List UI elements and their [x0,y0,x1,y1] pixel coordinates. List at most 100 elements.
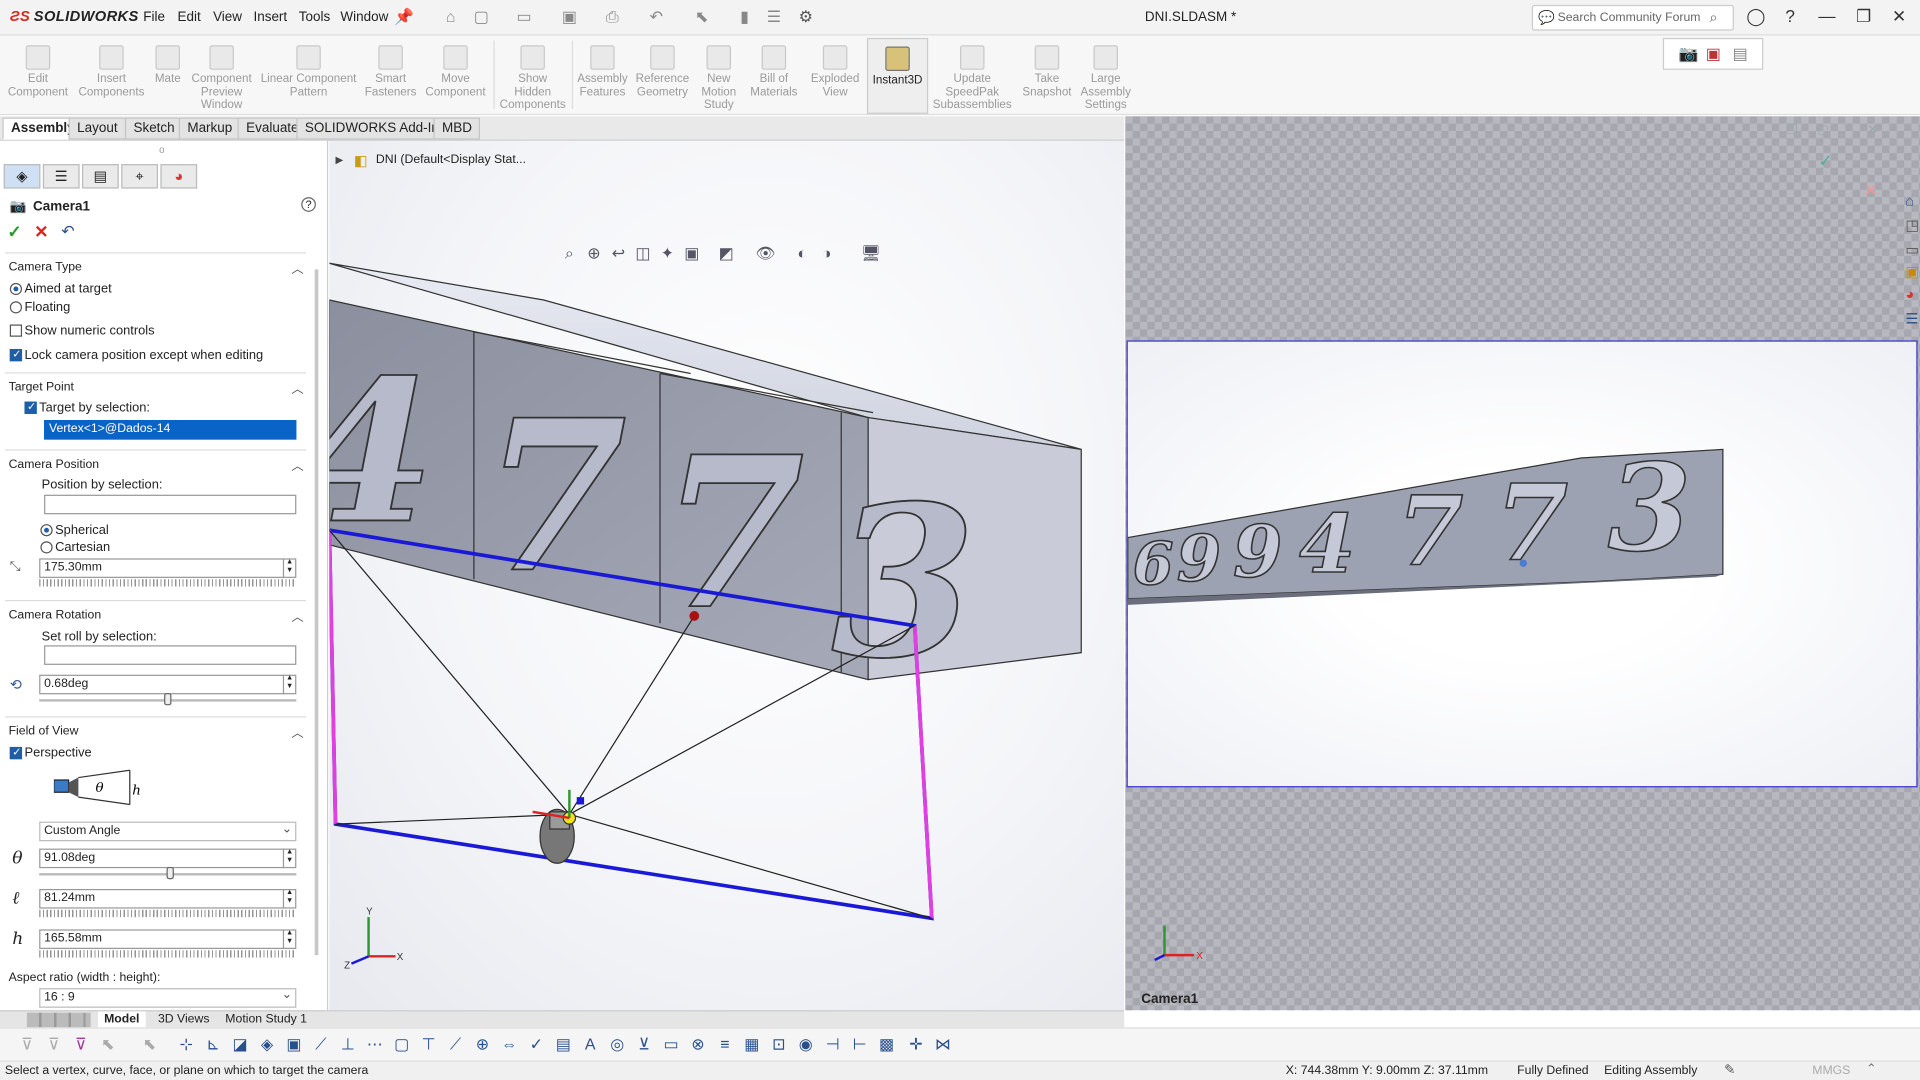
tab-mbd[interactable]: MBD [433,117,481,140]
graphics-area[interactable]: ▶ ◧ DNI (Default<Display Stat... ⌕ ⊕ ↩ ◫… [329,140,1125,1011]
minimize-button[interactable]: — [1815,6,1839,26]
large-assembly-settings-button[interactable]: Large Assembly Settings [1078,38,1134,114]
filter-notes-icon[interactable]: A [580,1035,600,1055]
dimxpert-tab[interactable]: ⌖ [121,164,158,189]
ell-spinner[interactable]: ▲ ▼ [282,888,295,909]
field-of-view-header[interactable]: Field of View [9,725,79,738]
viewport-close-icon[interactable]: ✕ [1867,124,1877,137]
target-point-header[interactable]: Target Point [9,381,74,394]
assembly-model-view[interactable]: 4 7 7 3 Y X Z [329,141,1124,1010]
filter-geometric-tolerance-icon[interactable]: ▤ [553,1035,573,1055]
target-selection-field[interactable]: Vertex<1>@Dados-14 [44,420,297,440]
filter-welds-icon[interactable]: ▩ [877,1035,897,1055]
filter-sketch-points-icon[interactable]: ⋯ [365,1035,385,1055]
user-icon[interactable]: ◯ [1744,6,1768,27]
panel-scrollbar[interactable] [314,269,319,956]
move-component-button[interactable]: Move Component [421,38,490,114]
screen-capture-icon[interactable]: ▤ [1733,44,1748,64]
camera-viewport[interactable]: ❐ ▢ ✕ ✓ ✕ 6 9 9 4 7 7 3 ⌂ ◳ ▭ ▣ ◕ ☰ X Ca… [1125,116,1920,1011]
edit-component-button[interactable]: Edit Component [2,38,73,114]
collapse-chevron-icon[interactable]: ︿ [291,722,303,740]
instant3d-button[interactable]: Instant3D [866,37,929,114]
bill-of-materials-button[interactable]: Bill of Materials [747,38,801,114]
filter-planes-icon[interactable]: ⊥ [338,1035,358,1055]
camera-icon[interactable]: 📷 [1679,44,1699,64]
filter-surface-bodies-icon[interactable]: ◈ [257,1035,277,1055]
show-numeric-controls-checkbox[interactable] [9,324,23,337]
cancel-button[interactable]: ✕ [34,222,48,243]
new-document-icon[interactable]: ▢ [471,7,491,27]
show-hidden-components-button[interactable]: Show Hidden Components [496,38,569,114]
filter-help-icon[interactable]: ⬉ [140,1035,160,1055]
aspect-ratio-select[interactable]: 16 : 9 [39,988,297,1008]
confirmation-cancel-icon[interactable]: ✕ [1864,180,1878,201]
undo-icon[interactable]: ↶ [647,7,667,27]
rebuild-icon[interactable]: ▮ [735,7,755,27]
filter-mesh-icon[interactable]: ✛ [906,1035,926,1055]
search-box[interactable]: 💬 Search Community Forum ⌕ [1531,4,1734,31]
open-icon[interactable]: ▭ [514,7,534,27]
home-icon[interactable]: ⌂ [1905,192,1914,209]
filter-routing-points-icon[interactable]: ⊣ [823,1035,843,1055]
filter-connection-points-icon[interactable]: ◉ [796,1035,816,1055]
filter-all-icon[interactable]: ⊽ [71,1035,91,1055]
unit-system[interactable]: MMGS [1812,1063,1850,1080]
chevron-up-icon[interactable]: ⌃ [1866,1062,1876,1079]
insert-components-button[interactable]: Insert Components [76,38,147,114]
tab-motion-study-1[interactable]: Motion Study 1 [219,1011,313,1028]
chevron-down-icon[interactable]: ⌄ [282,988,292,1001]
file-properties-icon[interactable]: ☰ [764,7,784,27]
spherical-radio[interactable] [40,524,53,537]
viewport-maximize-icon[interactable]: ▢ [1817,124,1829,137]
camera-position-header[interactable]: Camera Position [9,458,100,471]
roll-spinner[interactable]: ▲ ▼ [282,674,295,695]
help-icon[interactable]: ? [301,197,316,212]
h-field[interactable]: 165.58mm [39,929,297,949]
camera-rotation-header[interactable]: Camera Rotation [9,609,102,622]
h-thumbwheel[interactable] [39,950,297,958]
take-snapshot-button[interactable]: Take Snapshot [1019,38,1075,114]
design-library-icon[interactable]: ◳ [1905,217,1919,234]
appearances-icon[interactable]: ◕ [1905,285,1914,302]
solidworks-logo[interactable]: ƧS SOLIDWORKS [10,7,139,24]
filter-balloons-icon[interactable]: ◎ [607,1035,627,1055]
position-selection-field[interactable] [44,494,297,515]
feature-manager-tab[interactable]: ◈ [3,164,41,189]
update-speedpak-button[interactable]: Update SpeedPak Subassemblies [931,38,1014,114]
filter-weld-symbols-icon[interactable]: ⊻ [634,1035,654,1055]
theta-slider-thumb[interactable] [166,866,174,880]
tab-model[interactable]: Model [97,1011,146,1029]
ell-field[interactable]: 81.24mm [39,888,297,909]
smart-fasteners-button[interactable]: Smart Fasteners [362,38,418,114]
new-motion-study-button[interactable]: New Motion Study [696,38,743,114]
filter-sketch-segments-icon[interactable]: ▢ [392,1035,412,1055]
filter-datum-features-icon[interactable]: ▭ [661,1035,681,1055]
target-by-selection-checkbox[interactable] [24,400,37,414]
linear-component-pattern-button[interactable]: Linear Component Pattern [257,38,360,114]
lock-camera-position-checkbox[interactable] [9,348,23,362]
filter-toggle-icon[interactable]: ⊽ [17,1035,37,1055]
filter-solid-bodies-icon[interactable]: ▣ [284,1035,304,1055]
exploded-view-button[interactable]: Exploded View [806,38,865,114]
filter-edges-icon[interactable]: ⊾ [203,1035,223,1055]
file-explorer-icon[interactable]: ▭ [1905,241,1919,258]
menu-tools[interactable]: Tools [299,10,330,25]
menu-view[interactable]: View [213,10,242,25]
filter-custom-icon[interactable]: ⋈ [933,1035,953,1055]
menu-file[interactable]: File [143,10,165,25]
rebuild-status-icon[interactable]: ✎ [1724,1062,1735,1079]
search-icon[interactable]: ⌕ [1709,9,1717,27]
chevron-down-icon[interactable]: ⌄ [282,823,292,836]
options-gear-icon[interactable]: ⚙ [796,7,816,27]
perspective-checkbox[interactable] [9,746,23,760]
display-manager-tab[interactable]: ◕ [160,164,198,189]
panel-grip[interactable]: o [159,144,164,155]
filter-select-icon[interactable]: ⬉ [98,1035,118,1055]
print-icon[interactable]: ⎙ [602,7,622,27]
filter-midpoints-icon[interactable]: ⊤ [419,1035,439,1055]
tab-layout[interactable]: Layout [68,117,127,140]
filter-surface-finish-icon[interactable]: ✓ [527,1035,547,1055]
roll-field[interactable]: 0.68deg [39,674,297,695]
h-spinner[interactable]: ▲ ▼ [282,929,295,949]
filter-dowel-pin-icon[interactable]: ⊡ [769,1035,789,1055]
